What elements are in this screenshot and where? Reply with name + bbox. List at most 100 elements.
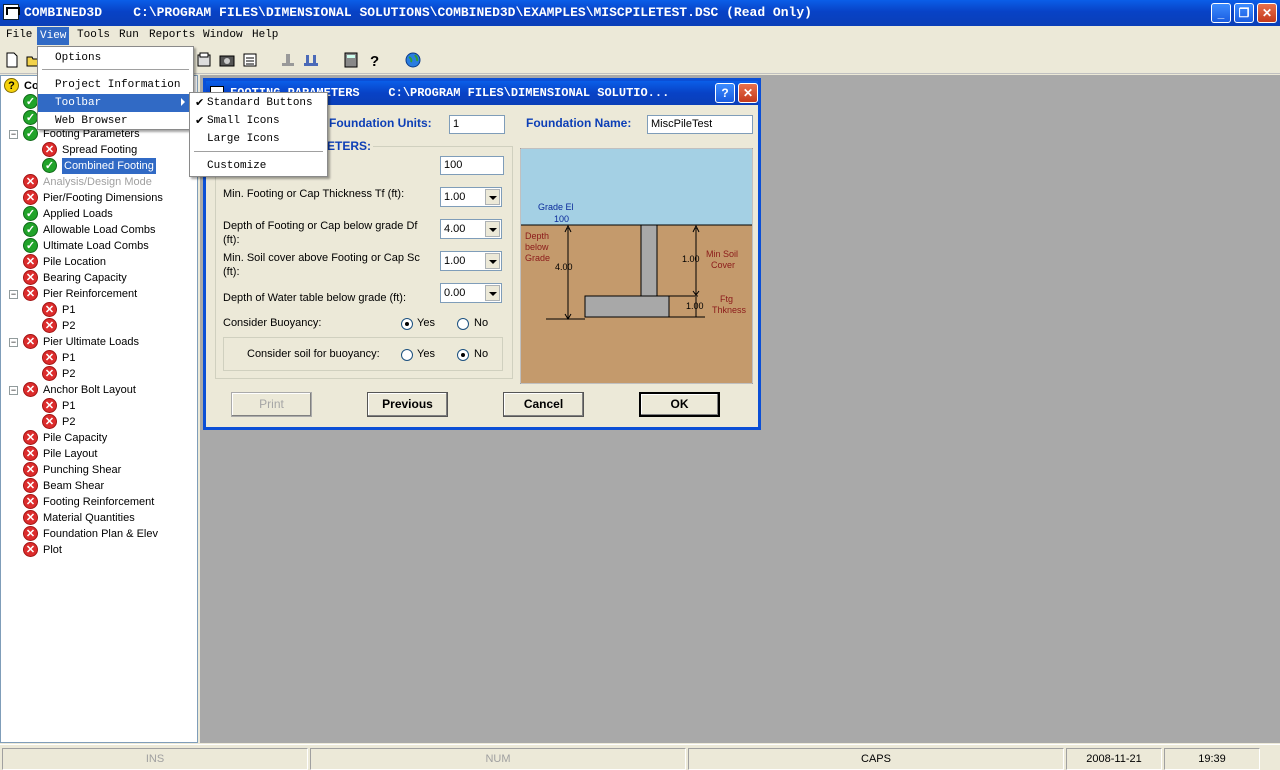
soil-buoyancy-no-radio[interactable] (457, 349, 469, 361)
footing-icon[interactable] (302, 51, 320, 69)
check-icon: ✓ (42, 158, 57, 173)
tree-item-label: Pier Reinforcement (43, 288, 138, 300)
collapse-icon[interactable]: − (9, 290, 18, 299)
depth-label-unit: (ft): (223, 234, 240, 246)
water-table-select[interactable]: 0.00 (440, 283, 502, 303)
depth-label-3: Grade (525, 253, 550, 263)
tree-item-label: Material Quantities (43, 512, 135, 524)
error-icon: ✕ (23, 334, 38, 349)
dialog-help-button[interactable]: ? (715, 83, 735, 103)
depth-label: Depth of Footing or Cap below grade Df (223, 220, 418, 232)
footing-diagram: Grade El 100 Depth below Grade 4.00 1.00… (520, 148, 753, 384)
tree-item-label: Spread Footing (62, 144, 138, 156)
cancel-button[interactable]: Cancel (503, 392, 584, 417)
menu-help[interactable]: Help (249, 29, 281, 41)
submenu-item-customize[interactable]: Customize (190, 157, 327, 175)
check-icon: ✓ (23, 222, 38, 237)
check-icon: ✓ (23, 238, 38, 253)
help-icon[interactable]: ? (365, 51, 383, 69)
tree-item-label: P2 (62, 320, 76, 332)
error-icon: ✕ (42, 366, 57, 381)
buoyancy-no-radio[interactable] (457, 318, 469, 330)
chevron-down-icon[interactable] (485, 253, 500, 269)
check-icon: ✓ (23, 110, 38, 125)
app-icon[interactable] (3, 4, 20, 20)
menu-separator (42, 69, 189, 70)
tree-item-label: Allowable Load Combs (43, 224, 156, 236)
question-icon: ? (4, 78, 19, 93)
window-title: COMBINED3D C:\PROGRAM FILES\DIMENSIONAL … (24, 5, 812, 20)
menu-window[interactable]: Window (200, 29, 246, 41)
menu-item-options[interactable]: Options (38, 49, 193, 67)
tree-item-label: Pile Capacity (43, 432, 108, 444)
grade-elevation-input[interactable]: 100 (440, 156, 504, 175)
menu-tools[interactable]: Tools (74, 29, 113, 41)
menu-bar: File View Tools Run Reports Window Help (0, 26, 1280, 46)
foundation-units-input[interactable]: 1 (449, 115, 505, 134)
buoyancy-label: Consider Buoyancy: (223, 317, 322, 329)
new-file-icon[interactable] (3, 51, 21, 69)
status-num: NUM (310, 748, 686, 770)
previous-button[interactable]: Previous (367, 392, 448, 417)
tree-item-label: P1 (62, 400, 76, 412)
tree-item-label: Anchor Bolt Layout (43, 384, 136, 396)
collapse-icon[interactable]: − (9, 386, 18, 395)
report-icon[interactable] (195, 51, 213, 69)
calc-sheet-icon[interactable] (241, 51, 259, 69)
foundation-name-input[interactable]: MiscPileTest (647, 115, 753, 134)
maximize-button[interactable]: ❐ (1234, 3, 1254, 23)
error-icon: ✕ (23, 494, 38, 509)
tree-item-label: P2 (62, 368, 76, 380)
error-icon: ✕ (42, 414, 57, 429)
print-button[interactable]: Print (231, 392, 312, 417)
menu-file[interactable]: File (3, 29, 35, 41)
menu-item-project-information[interactable]: Project Information (38, 76, 193, 94)
globe-icon[interactable] (404, 51, 422, 69)
soil-cover-label-unit: (ft): (223, 266, 240, 278)
thickness-select[interactable]: 1.00 (440, 187, 502, 207)
menu-view[interactable]: View (37, 27, 70, 45)
soil-cover-select[interactable]: 1.00 (440, 251, 502, 271)
collapse-icon[interactable]: − (9, 130, 18, 139)
error-icon: ✕ (42, 350, 57, 365)
tree-item-label: Pile Location (43, 256, 106, 268)
buoyancy-no-label: No (474, 317, 489, 329)
tree-item-label: P1 (62, 304, 76, 316)
collapse-icon[interactable]: − (9, 338, 18, 347)
soil-buoyancy-label: Consider soil for buoyancy: (247, 348, 380, 360)
water-table-label: Depth of Water table below grade (ft): (223, 292, 407, 304)
soil-buoyancy-yes-radio[interactable] (401, 349, 413, 361)
depth-select[interactable]: 4.00 (440, 219, 502, 239)
pier-icon[interactable] (279, 51, 297, 69)
tree-item-label: P1 (62, 352, 76, 364)
camera-icon[interactable] (218, 51, 236, 69)
error-icon: ✕ (23, 174, 38, 189)
buoyancy-yes-radio[interactable] (401, 318, 413, 330)
ok-button[interactable]: OK (639, 392, 720, 417)
submenu-item-large-icons[interactable]: Large Icons (190, 130, 327, 148)
chevron-down-icon[interactable] (485, 221, 500, 237)
close-button[interactable]: ✕ (1257, 3, 1277, 23)
depth-label-2: below (525, 242, 549, 252)
menu-item-toolbar[interactable]: Toolbar (38, 94, 193, 112)
cover-value: 1.00 (682, 254, 700, 264)
menu-item-web-browser[interactable]: Web Browser (38, 112, 193, 130)
submenu-item-standard-buttons[interactable]: Standard Buttons (190, 94, 327, 112)
error-icon: ✕ (23, 286, 38, 301)
pier-shape (640, 224, 658, 297)
submenu-item-small-icons[interactable]: Small Icons (190, 112, 327, 130)
menu-reports[interactable]: Reports (146, 29, 198, 41)
dialog-close-button[interactable]: ✕ (738, 83, 758, 103)
soil-buoyancy-no-label: No (474, 348, 489, 360)
menu-run[interactable]: Run (116, 29, 142, 41)
error-icon: ✕ (23, 446, 38, 461)
tree-item-label: Analysis/Design Mode (43, 176, 152, 188)
chevron-down-icon[interactable] (485, 189, 500, 205)
error-icon: ✕ (23, 430, 38, 445)
minimize-button[interactable]: _ (1211, 3, 1231, 23)
tree-item-label: Pile Layout (43, 448, 98, 460)
buoyancy-yes-label: Yes (417, 317, 435, 329)
calculator-icon[interactable] (342, 51, 360, 69)
chevron-down-icon[interactable] (485, 285, 500, 301)
tree-item-label: Beam Shear (43, 480, 105, 492)
